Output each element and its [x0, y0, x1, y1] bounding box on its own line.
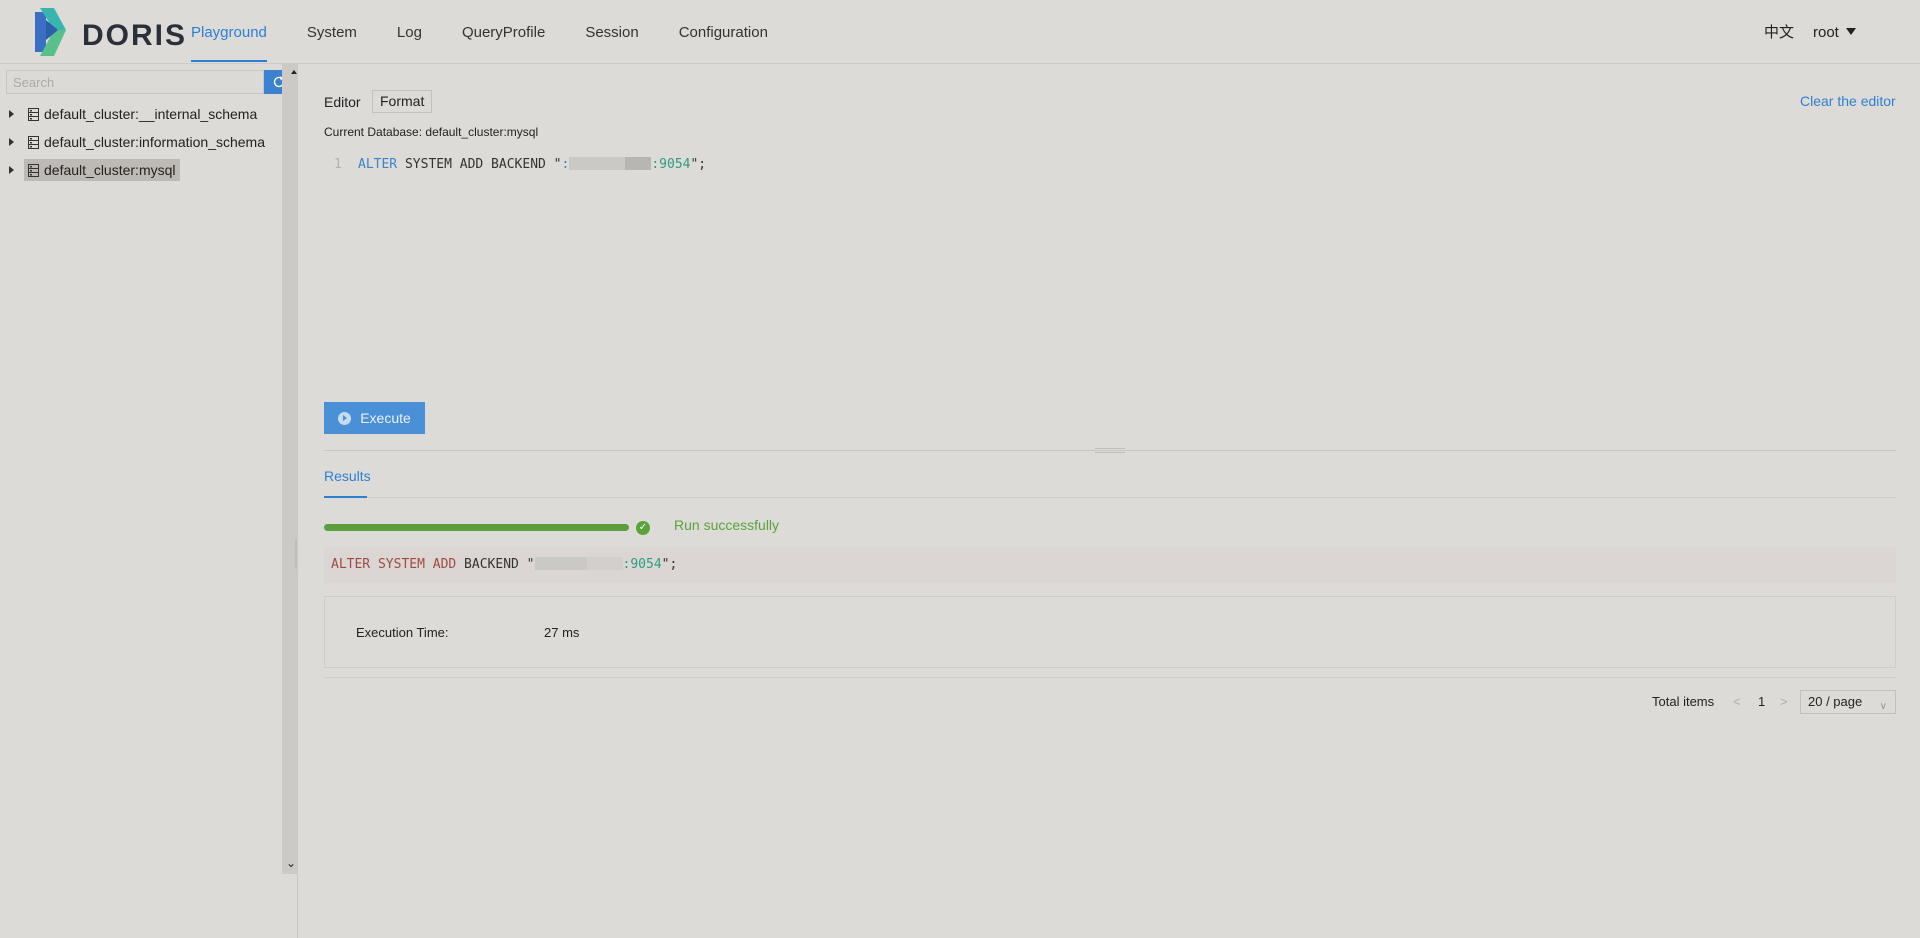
- panel-resize-grip[interactable]: [1095, 448, 1125, 453]
- redacted-host: [569, 157, 626, 170]
- nav-queryprofile[interactable]: QueryProfile: [462, 0, 545, 64]
- tree-item[interactable]: default_cluster:__internal_schema: [0, 100, 282, 128]
- scroll-up-icon[interactable]: [291, 70, 297, 74]
- sql-port: :9054: [651, 157, 691, 172]
- tab-active-indicator: [324, 496, 367, 498]
- execution-stats: Execution Time: 27 ms: [324, 596, 1896, 668]
- database-icon: [28, 135, 39, 149]
- user-name: root: [1813, 24, 1839, 41]
- execute-label: Execute: [360, 410, 411, 426]
- total-items-label: Total items: [1652, 694, 1715, 709]
- nav-system[interactable]: System: [307, 0, 357, 64]
- top-header: DORIS Playground System Log QueryProfile…: [0, 0, 1920, 64]
- chevron-down-icon[interactable]: ⌄: [286, 856, 296, 870]
- nav-playground[interactable]: Playground: [191, 0, 267, 64]
- sidebar: default_cluster:__internal_schema defaul…: [0, 64, 298, 938]
- expand-arrow-icon[interactable]: [9, 166, 14, 174]
- clear-editor-link[interactable]: Clear the editor: [1800, 93, 1896, 109]
- redacted-host: [586, 557, 623, 570]
- nav-log[interactable]: Log: [397, 0, 422, 64]
- sidebar-scrollbar[interactable]: [282, 64, 298, 874]
- tab-results[interactable]: Results: [324, 468, 371, 484]
- tree-node[interactable]: default_cluster:__internal_schema: [24, 103, 261, 125]
- page-size-value: 20 / page: [1808, 694, 1863, 709]
- progress-fill: [324, 524, 629, 531]
- database-icon: [28, 163, 39, 177]
- tree-node-selected[interactable]: default_cluster:mysql: [24, 159, 180, 181]
- expand-arrow-icon[interactable]: [9, 110, 14, 118]
- main-content: Editor Format Clear the editor Current D…: [299, 64, 1920, 938]
- progress-bar: [324, 524, 629, 531]
- format-button[interactable]: Format: [372, 90, 433, 113]
- page-number[interactable]: 1: [1758, 690, 1765, 714]
- run-status: Run successfully: [674, 517, 780, 533]
- sql-host-prefix: :: [561, 157, 570, 172]
- current-database: Current Database: default_cluster:mysql: [324, 125, 538, 139]
- doris-logo[interactable]: DORIS: [32, 8, 185, 58]
- nav-configuration[interactable]: Configuration: [679, 0, 768, 64]
- sql-editor[interactable]: 1 ALTER SYSTEM ADD BACKEND ": :9054";: [324, 157, 706, 172]
- tree-label: default_cluster:mysql: [44, 162, 176, 178]
- tree-item[interactable]: default_cluster:mysql: [0, 156, 282, 184]
- tree-label: default_cluster:__internal_schema: [44, 106, 258, 122]
- execution-time-value: 27 ms: [544, 625, 580, 640]
- database-tree: default_cluster:__internal_schema defaul…: [0, 100, 282, 184]
- redacted-host: [534, 557, 587, 570]
- tabs-divider: [324, 497, 1896, 498]
- search-input[interactable]: [6, 70, 264, 94]
- redacted-host: [625, 157, 652, 170]
- sql-keyword: ALTER: [358, 157, 398, 172]
- check-circle-icon: ✓: [636, 521, 650, 535]
- editor-label: Editor: [324, 94, 361, 110]
- main-nav: Playground System Log QueryProfile Sessi…: [191, 0, 808, 64]
- sql-text: BACKEND ": [456, 557, 535, 572]
- page-size-select[interactable]: 20 / page ∨: [1800, 690, 1896, 714]
- user-menu[interactable]: root: [1813, 0, 1856, 66]
- chevron-left-icon[interactable]: <: [1733, 690, 1741, 714]
- stats-divider: [324, 677, 1896, 678]
- current-database-value: default_cluster:mysql: [425, 125, 539, 139]
- language-switch[interactable]: 中文: [1764, 0, 1794, 66]
- play-circle-icon: [338, 411, 352, 425]
- execution-time-label: Execution Time:: [356, 625, 449, 640]
- expand-arrow-icon[interactable]: [9, 138, 14, 146]
- caret-down-icon: [1845, 28, 1856, 35]
- sidebar-resize-handle[interactable]: [295, 539, 297, 569]
- sql-text: SYSTEM ADD BACKEND ": [397, 157, 562, 172]
- sql-end: ";: [661, 557, 678, 572]
- sql-port: :9054: [622, 557, 662, 572]
- logo-text: DORIS: [82, 19, 188, 52]
- line-number: 1: [334, 157, 342, 172]
- execute-button[interactable]: Execute: [324, 402, 425, 434]
- executed-sql: ALTER SYSTEM ADD BACKEND " :9054";: [324, 547, 1896, 583]
- tree-label: default_cluster:information_schema: [44, 134, 266, 150]
- database-icon: [28, 107, 39, 121]
- sql-end: ";: [690, 157, 707, 172]
- doris-logo-icon: [35, 8, 66, 56]
- current-database-label: Current Database:: [324, 125, 423, 139]
- chevron-right-icon[interactable]: >: [1780, 690, 1788, 714]
- tree-item[interactable]: default_cluster:information_schema: [0, 128, 282, 156]
- nav-session[interactable]: Session: [585, 0, 638, 64]
- sql-keywords: ALTER SYSTEM ADD: [331, 557, 457, 572]
- chevron-down-icon: ∨: [1879, 701, 1887, 712]
- tree-node[interactable]: default_cluster:information_schema: [24, 131, 269, 153]
